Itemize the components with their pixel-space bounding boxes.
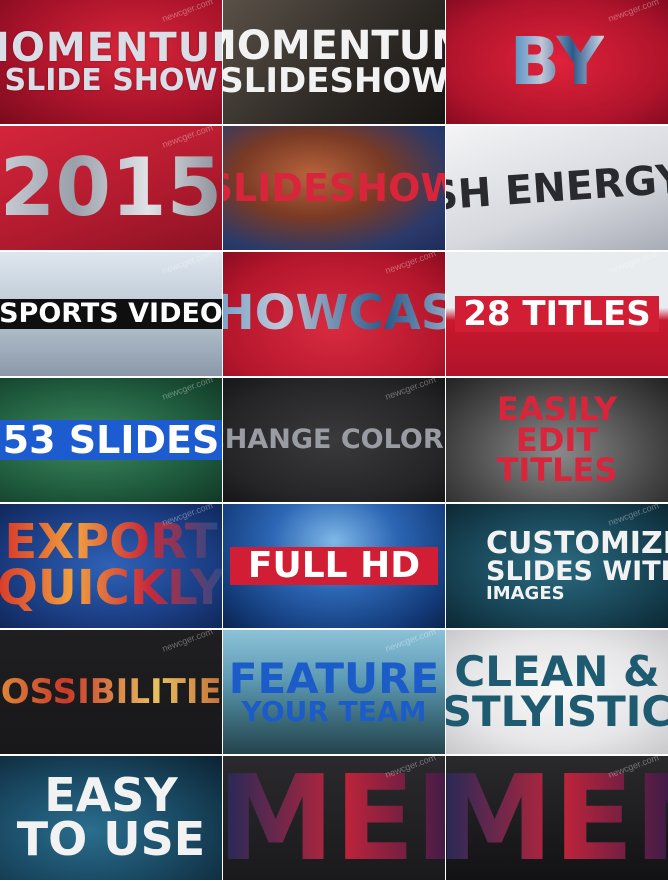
tile-title-line: CUSTOMIZE [486, 526, 668, 562]
tile-full-hd: FULL HD [223, 504, 445, 628]
tile-title-line: TO USE [16, 812, 206, 866]
tile-title-line: 28 TITLES [455, 295, 659, 333]
tile-title-line: YOUR TEAM [241, 694, 427, 728]
tile-clean-stylistic: CLEAN & STLYISTIC [446, 630, 668, 754]
tile-title-line: SPORTS VIDEO [0, 299, 222, 329]
tile-title-line: MOMENTUM [223, 22, 445, 69]
tile-title-line: MENT [223, 759, 445, 877]
tile-title-line: SHOWCASE [223, 289, 445, 337]
tile-title-line: IMAGES [486, 582, 565, 604]
tile-53-slides: 53 SLIDES newcger.com [0, 378, 222, 502]
tile-title-line: STLYISTIC [446, 687, 668, 736]
watermark: newcger.com [606, 0, 661, 24]
tile-ment-left: MENT newcger.com [223, 756, 445, 880]
tile-title-line: TITLES [496, 451, 618, 490]
slideshow-preview-grid: MOMENTUM SLIDE SHOW newcger.com MOMENTUM… [0, 0, 668, 881]
tile-easy-to-use: EASY TO USE [0, 756, 222, 880]
tile-momentum-slide-show: MOMENTUM SLIDE SHOW newcger.com [0, 0, 222, 124]
watermark: newcger.com [160, 378, 215, 402]
tile-easily-edit-titles: EASILY EDIT TITLES [446, 378, 668, 502]
tile-title-line: FEATURE [228, 653, 440, 703]
tile-title-line: BY [509, 22, 605, 100]
tile-title-line: SLIDESHOW [223, 165, 445, 210]
tile-2015: 2015 newcger.com [0, 126, 222, 250]
tile-export-quickly: EXPORT QUICKLY newcger.com [0, 504, 222, 628]
tile-title-line: MOMENTUM [0, 24, 222, 71]
tile-title-line: FULL HD [229, 546, 439, 586]
tile-title-line: SH ENERGY [446, 156, 668, 220]
tile-title-line: SLIDES WITH [486, 555, 668, 587]
tile-by: BY newcger.com [446, 0, 668, 124]
tile-title-line: 2015 [0, 141, 222, 234]
watermark: newcger.com [383, 378, 438, 402]
tile-feature-your-team: FEATURE YOUR TEAM newcger.com [223, 630, 445, 754]
tile-title-line: POSSIBILITIES [0, 675, 222, 709]
tile-change-colors: CHANGE COLORS newcger.com [223, 378, 445, 502]
tile-title-line: MENT [446, 759, 668, 877]
watermark: newcger.com [160, 252, 215, 276]
tile-sports-video: SPORTS VIDEO newcger.com [0, 252, 222, 376]
watermark: newcger.com [160, 0, 215, 24]
tile-ment-right: MENT newcger.com [446, 756, 668, 880]
tile-fresh-energy: SH ENERGY [446, 126, 668, 250]
tile-customize-slides: CUSTOMIZE SLIDES WITH IMAGES newcger.com [446, 504, 668, 628]
tile-momentum-slideshow: MOMENTUM SLIDESHOW [223, 0, 445, 124]
watermark: newcger.com [606, 252, 661, 276]
tile-title-line: SLIDESHOW [223, 60, 445, 101]
watermark: newcger.com [383, 252, 438, 276]
tile-title-line: QUICKLY [0, 564, 222, 612]
tile-possibilities: POSSIBILITIES newcger.com [0, 630, 222, 754]
tile-slideshow: SLIDESHOW [223, 126, 445, 250]
tile-showcase: SHOWCASE newcger.com [223, 252, 445, 376]
watermark: newcger.com [160, 630, 215, 654]
tile-title-line: CHANGE COLORS [223, 424, 445, 456]
watermark: newcger.com [383, 630, 438, 654]
tile-title-line: 53 SLIDES [0, 419, 222, 461]
watermark: newcger.com [606, 504, 661, 528]
tile-title-line: SLIDE SHOW [4, 62, 218, 98]
tile-28-titles: 28 TITLES newcger.com [446, 252, 668, 376]
